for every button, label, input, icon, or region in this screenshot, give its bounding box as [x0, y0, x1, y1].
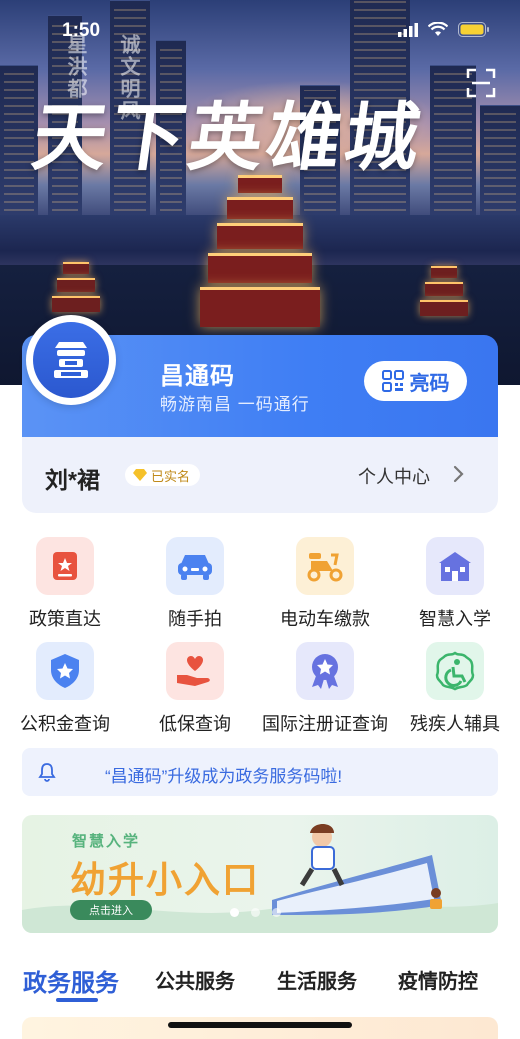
- grid-item-school[interactable]: 智慧入学: [390, 537, 520, 631]
- hero-calligraphy: 天下英雄城: [27, 95, 430, 181]
- home-indicator: [168, 1022, 352, 1028]
- content-card-peek[interactable]: [22, 1017, 498, 1039]
- grid-label: 智慧入学: [419, 609, 491, 629]
- grid-item-disability-aids[interactable]: 残疾人辅具: [390, 642, 520, 736]
- show-code-button[interactable]: 亮码: [364, 361, 467, 401]
- show-code-label: 亮码: [409, 372, 450, 395]
- grid-item-housing-fund[interactable]: 公积金查询: [0, 642, 130, 736]
- city-code-logo: [26, 315, 116, 405]
- scan-icon[interactable]: [466, 68, 496, 98]
- card-title: 昌通码: [160, 363, 235, 390]
- banner-subtitle: 智慧入学: [72, 833, 141, 850]
- grid-item-snapshot[interactable]: 随手拍: [130, 537, 260, 631]
- verified-badge: 已实名: [125, 464, 201, 486]
- bell-icon: [38, 763, 56, 782]
- active-tab-indicator: [56, 998, 98, 1002]
- car-icon: [166, 537, 224, 595]
- grid-label: 公积金查询: [20, 714, 110, 734]
- battery-icon: [458, 22, 489, 37]
- medal-icon: [296, 642, 354, 700]
- verified-label: 已实名: [151, 468, 191, 484]
- personal-center-link[interactable]: 个人中心: [358, 463, 430, 489]
- grid-label: 国际注册证查询: [262, 714, 388, 734]
- card-subtitle: 畅游南昌 一码通行: [160, 395, 310, 414]
- shield-star-icon: [36, 642, 94, 700]
- cellular-signal-icon: [398, 22, 418, 37]
- side-pavilion: [52, 262, 100, 312]
- diamond-icon: [133, 469, 147, 481]
- grid-item-policy[interactable]: 政策直达: [0, 537, 130, 631]
- status-time: 1:50: [62, 20, 101, 41]
- ebike-icon: [296, 537, 354, 595]
- logo-emblem-icon: [54, 342, 88, 378]
- grid-item-subsistence[interactable]: 低保查询: [130, 642, 260, 736]
- grid-item-intl-cert[interactable]: 国际注册证查询: [260, 642, 390, 736]
- grid-label: 随手拍: [168, 609, 222, 629]
- carousel-dots: [230, 908, 281, 917]
- banner-enter-button[interactable]: 点击进入: [70, 900, 152, 920]
- tab-epidemic-control[interactable]: 疫情防控: [398, 965, 478, 994]
- carousel-dot[interactable]: [251, 908, 260, 917]
- tab-life-services[interactable]: 生活服务: [277, 965, 357, 994]
- notice-text: “昌通码”升级成为政务服务码啦!: [105, 767, 343, 786]
- qr-code-icon: [381, 370, 404, 392]
- grid-label: 残疾人辅具: [410, 714, 500, 734]
- carousel-dot[interactable]: [272, 908, 281, 917]
- chevron-right-icon[interactable]: [452, 464, 466, 484]
- tengwang-pavilion: [200, 175, 320, 335]
- grid-label: 低保查询: [159, 714, 231, 734]
- grid-item-ebike[interactable]: 电动车缴款: [260, 537, 390, 631]
- policy-icon: [36, 537, 94, 595]
- status-icons: [398, 22, 490, 37]
- grid-label: 电动车缴款: [280, 609, 370, 629]
- skyline-building: [480, 105, 520, 215]
- school-icon: [426, 537, 484, 595]
- wifi-icon: [428, 22, 448, 36]
- tab-government-services[interactable]: 政务服务: [23, 963, 119, 998]
- banner-title: 幼升小入口: [70, 859, 261, 900]
- tab-public-services[interactable]: 公共服务: [155, 965, 235, 994]
- grid-label: 政策直达: [29, 609, 101, 629]
- carousel-dot[interactable]: [230, 908, 239, 917]
- heart-hand-icon: [166, 642, 224, 700]
- disability-icon: [426, 642, 484, 700]
- side-pavilion: [420, 266, 468, 316]
- user-name: 刘*裙: [45, 467, 100, 493]
